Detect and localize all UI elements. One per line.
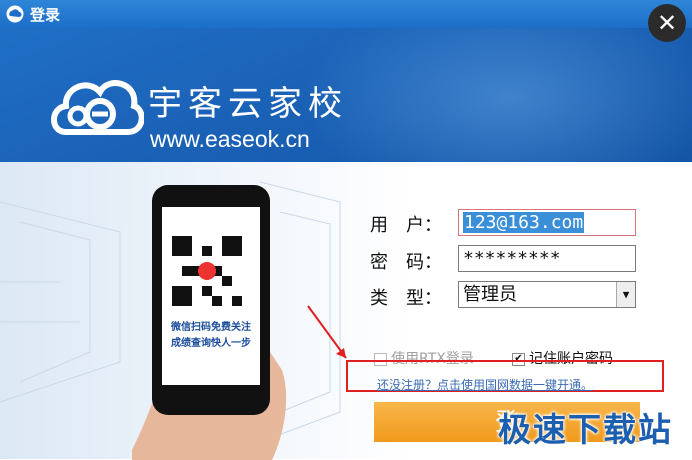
qr-code-icon: [172, 236, 242, 306]
banner-glow: [300, 28, 692, 162]
password-label: 密 码：: [370, 252, 442, 273]
close-icon: ✕: [656, 9, 678, 37]
user-label: 用 户：: [370, 215, 442, 236]
username-value: 123@163.com: [463, 212, 585, 233]
user-type-select[interactable]: 管理员 ▼: [458, 281, 636, 308]
brand-url: www.easeok.cn: [150, 126, 310, 152]
brand-logo-icon: [51, 80, 144, 135]
user-type-value: 管理员: [463, 284, 517, 305]
window-title: 登录: [30, 6, 61, 24]
dropdown-arrow-icon[interactable]: ▼: [616, 282, 635, 307]
username-input[interactable]: 123@163.com: [458, 209, 636, 236]
register-link[interactable]: 还没注册？点击使用国网数据一键开通。: [377, 376, 593, 393]
phone-caption-line2: 成绩查询快人一步: [171, 338, 251, 349]
phone-caption: 微信扫码免费关注 成绩查询快人一步: [160, 320, 262, 352]
watermark-logo: 极速下载站: [498, 410, 673, 449]
type-label: 类 型：: [370, 288, 442, 309]
brand-name: 宇客云家校: [148, 84, 348, 124]
phone-caption-line1: 微信扫码免费关注: [171, 322, 251, 333]
password-value: *********: [463, 248, 561, 269]
password-input[interactable]: *********: [458, 245, 636, 272]
app-logo-icon: [6, 5, 24, 23]
close-button[interactable]: ✕: [648, 4, 686, 42]
title-bar: 登录: [0, 0, 692, 28]
brand-banner: 宇客云家校 www.easeok.cn: [0, 28, 692, 162]
